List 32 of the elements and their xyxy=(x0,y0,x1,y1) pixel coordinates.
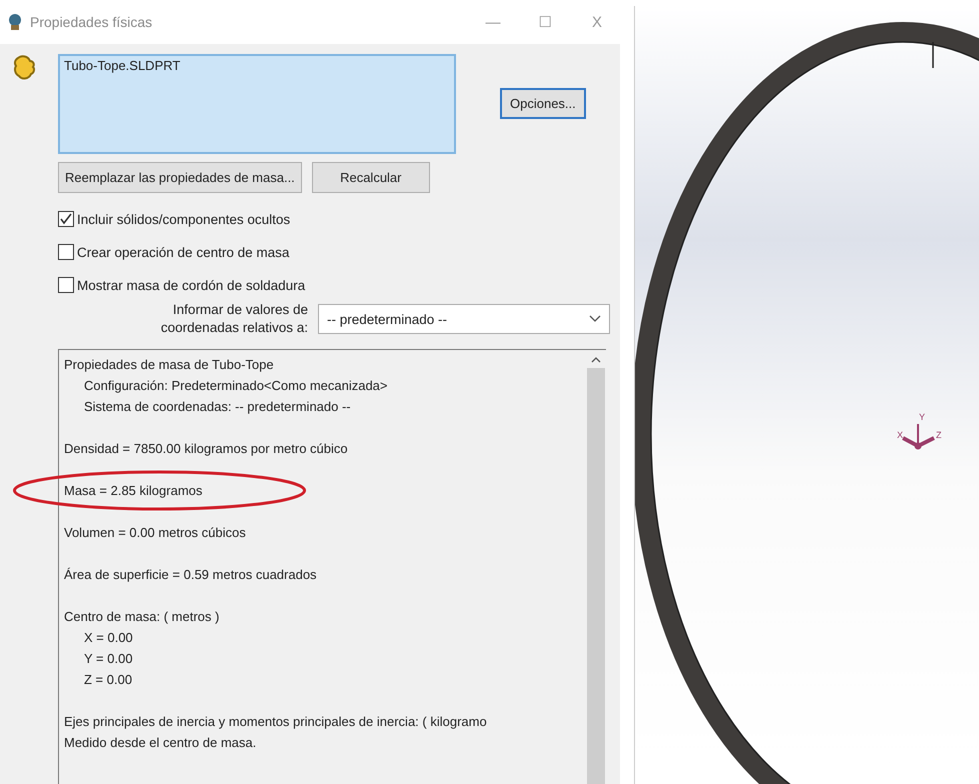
result-line: Sistema de coordenadas: -- predeterminado -- xyxy=(84,399,351,414)
checkbox[interactable] xyxy=(58,244,74,260)
replace-properties-button[interactable]: Reemplazar las propiedades de masa... xyxy=(58,162,302,193)
result-line: Masa = 2.85 kilogramos xyxy=(64,483,202,498)
result-line: Medido desde el centro de masa. xyxy=(64,735,256,750)
checkbox[interactable] xyxy=(58,277,74,293)
result-line: Centro de masa: ( metros ) xyxy=(64,609,220,624)
result-line: Volumen = 0.00 metros cúbicos xyxy=(64,525,246,540)
result-line: Y = 0.00 xyxy=(84,651,133,666)
selection-list[interactable]: Tubo-Tope.SLDPRT xyxy=(58,54,456,154)
result-line: Área de superficie = 0.59 metros cuadrados xyxy=(64,567,317,582)
coordinate-system-dropdown[interactable]: -- predeterminado -- xyxy=(318,304,610,334)
app-logo-icon xyxy=(6,13,24,31)
result-line: Densidad = 7850.00 kilogramos por metro cúbico xyxy=(64,441,348,456)
window-title: Propiedades físicas xyxy=(30,14,154,30)
chevron-down-icon xyxy=(589,315,601,323)
checkbox-label[interactable]: Incluir sólidos/componentes ocultos xyxy=(77,212,290,226)
recalculate-button[interactable]: Recalcular xyxy=(312,162,430,193)
result-line: X = 0.00 xyxy=(84,630,133,645)
result-line: Propiedades de masa de Tubo-Tope xyxy=(64,357,274,372)
checkbox-label[interactable]: Mostrar masa de cordón de soldadura xyxy=(77,278,306,292)
checkbox-label[interactable]: Crear operación de centro de masa xyxy=(77,244,290,260)
chevron-up-icon[interactable] xyxy=(591,356,601,364)
coordinates-label: coordenadas relativos a: xyxy=(160,319,308,337)
coordinates-label: Informar de valores de xyxy=(172,301,308,319)
result-line: Z = 0.00 xyxy=(84,672,132,687)
checkbox[interactable] xyxy=(58,211,74,227)
result-line: Configuración: Predeterminado<Como mecanizada> xyxy=(84,378,388,393)
list-item[interactable]: Tubo-Tope.SLDPRT xyxy=(64,58,450,73)
scrollbar-thumb[interactable] xyxy=(587,368,605,784)
options-button[interactable]: Opciones... xyxy=(500,88,586,119)
result-line: Ejes principales de inercia y momentos principales de inercia: ( kilogramo xyxy=(64,714,487,729)
